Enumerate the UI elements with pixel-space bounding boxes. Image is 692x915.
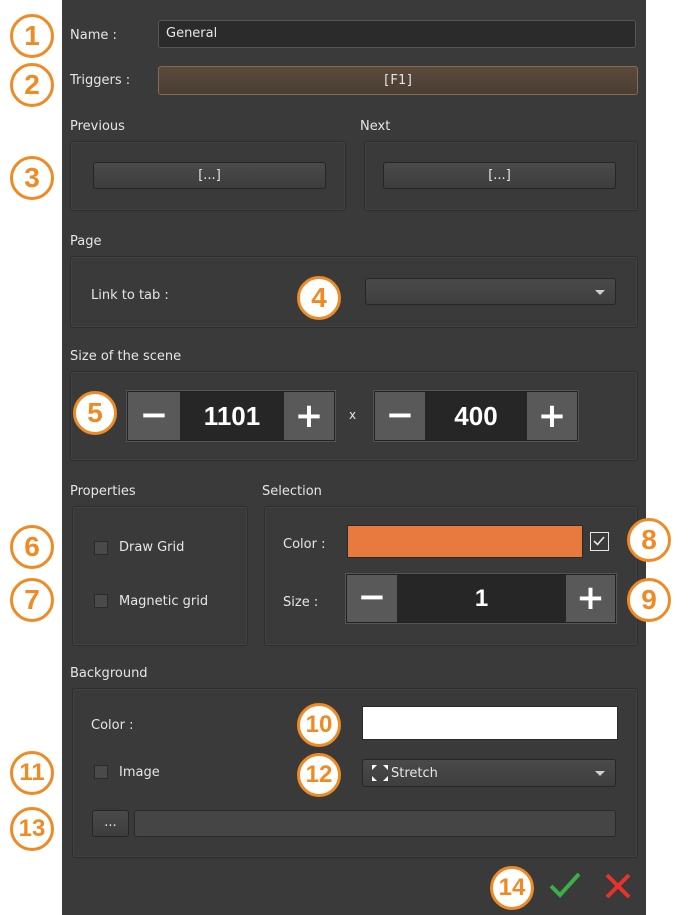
callout-badge-10: 10 [297,703,341,747]
check-icon[interactable] [548,870,582,900]
triggers-label: Triggers : [70,73,131,88]
draw-grid-checkbox[interactable] [94,541,108,555]
selection-size-increment-button[interactable]: + [566,575,615,622]
magnetic-grid-checkbox[interactable] [94,594,108,608]
image-checkbox[interactable] [94,765,108,779]
selection-color-checkbox[interactable] [590,532,609,551]
callout-badge-3: 3 [10,156,54,200]
properties-group [72,506,248,646]
close-icon[interactable] [603,871,633,901]
callout-badge-4: 4 [297,276,341,320]
callout-badge-7: 7 [10,578,54,622]
selection-color-swatch[interactable] [347,525,583,558]
background-label: Background [70,666,148,681]
image-path-input[interactable] [134,810,616,837]
image-label: Image [119,765,160,780]
draw-grid-label: Draw Grid [119,540,185,555]
triggers-button[interactable]: [F1] [158,66,638,95]
previous-label: Previous [70,119,125,134]
expand-icon [372,765,388,781]
background-mode-select[interactable]: Stretch [362,759,616,787]
scene-width-increment-button[interactable]: + [284,392,334,440]
selection-size-input[interactable]: 1 [397,575,566,622]
callout-badge-8: 8 [627,518,671,562]
callout-badge-1: 1 [10,14,54,58]
scene-width-decrement-button[interactable]: − [128,392,180,440]
callout-badge-6: 6 [10,525,54,569]
callout-badge-2: 2 [10,63,54,107]
next-label: Next [360,119,391,134]
checkmark-icon [593,536,605,546]
selection-size-label: Size : [283,595,319,610]
name-input[interactable]: General [158,20,636,48]
background-color-swatch[interactable] [362,706,618,740]
scene-size-label: Size of the scene [70,349,182,364]
next-button[interactable]: [...] [383,162,616,189]
scene-height-decrement-button[interactable]: − [375,392,425,440]
callout-badge-14: 14 [490,866,534,910]
background-mode-value: Stretch [391,766,438,781]
background-color-label: Color : [91,718,134,733]
browse-image-button[interactable]: ... [92,810,129,837]
previous-button[interactable]: [...] [93,162,326,189]
scene-height-increment-button[interactable]: + [527,392,577,440]
callout-badge-11: 11 [10,751,54,795]
selection-color-label: Color : [283,537,326,552]
properties-label: Properties [70,484,136,499]
name-value: General [166,26,218,41]
selection-size-decrement-button[interactable]: − [347,575,397,622]
scene-size-separator: x [349,408,357,422]
callout-badge-9: 9 [627,578,671,622]
link-to-tab-label: Link to tab : [91,288,169,303]
scene-height-input[interactable]: 400 [425,392,527,440]
callout-badge-5: 5 [73,391,117,435]
callout-badge-12: 12 [297,753,341,797]
magnetic-grid-label: Magnetic grid [119,594,209,609]
selection-label: Selection [262,484,322,499]
chevron-down-icon [595,289,605,295]
link-to-tab-select[interactable] [365,278,616,305]
scene-width-input[interactable]: 1101 [180,392,284,440]
chevron-down-icon [595,771,605,776]
page-label: Page [70,234,102,249]
callout-badge-13: 13 [10,807,54,851]
name-label: Name : [70,28,117,43]
